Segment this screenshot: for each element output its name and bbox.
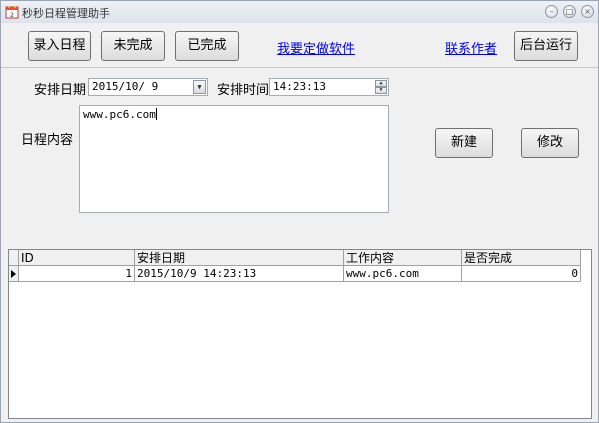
toolbar: 录入日程 未完成 已完成 我要定做软件 联系作者 后台运行	[1, 23, 598, 68]
custom-software-link[interactable]: 我要定做软件	[277, 38, 355, 57]
time-label: 安排时间	[217, 83, 270, 98]
title-bar: 2 秒秒日程管理助手 – □ ×	[1, 1, 598, 24]
current-row-arrow-icon	[11, 270, 16, 278]
cell-id[interactable]: 1	[19, 266, 135, 282]
column-header-date[interactable]: 安排日期	[135, 250, 344, 266]
new-button[interactable]: 新建	[435, 128, 493, 158]
time-value: 14:23:13	[273, 80, 326, 93]
row-selector[interactable]	[9, 266, 19, 282]
run-background-button[interactable]: 后台运行	[514, 31, 578, 61]
cell-status[interactable]: 0	[462, 266, 581, 282]
spin-down-icon[interactable]: ▼	[375, 87, 387, 94]
cell-content[interactable]: www.pc6.com	[344, 266, 462, 282]
column-header-status[interactable]: 是否完成	[462, 250, 581, 266]
calendar-app-icon: 2	[5, 6, 19, 19]
schedule-table[interactable]: ID 安排日期 工作内容 是否完成 1 2015/10/9 14:23:13 w…	[8, 249, 592, 419]
edit-button[interactable]: 修改	[521, 128, 579, 158]
done-button[interactable]: 已完成	[175, 31, 239, 61]
content-textarea[interactable]: www.pc6.com	[79, 105, 389, 213]
maximize-button[interactable]: □	[563, 5, 576, 18]
minimize-icon: –	[549, 7, 554, 16]
close-icon: ×	[584, 7, 591, 16]
table-header-row: ID 安排日期 工作内容 是否完成	[9, 250, 591, 266]
spin-up-icon[interactable]: ▲	[375, 80, 387, 87]
column-header-content[interactable]: 工作内容	[344, 250, 462, 266]
cell-date[interactable]: 2015/10/9 14:23:13	[135, 266, 344, 282]
row-header-corner	[9, 250, 19, 266]
enter-schedule-button[interactable]: 录入日程	[28, 31, 91, 61]
column-header-id[interactable]: ID	[19, 250, 135, 266]
minimize-button[interactable]: –	[545, 5, 558, 18]
maximize-icon: □	[565, 7, 574, 16]
not-done-button[interactable]: 未完成	[101, 31, 165, 61]
date-label: 安排日期	[34, 83, 87, 98]
time-picker[interactable]: 14:23:13 ▲ ▼	[269, 78, 389, 96]
time-spinner[interactable]: ▲ ▼	[375, 80, 387, 94]
main-window: 2 秒秒日程管理助手 – □ × 录入日程 未完成 已完成 我要定做软件 联系作…	[0, 0, 599, 423]
svg-text:2: 2	[10, 12, 14, 19]
content-text: www.pc6.com	[83, 108, 156, 121]
date-value: 2015/10/ 9	[92, 80, 159, 93]
text-caret	[155, 108, 157, 120]
window-title: 秒秒日程管理助手	[22, 7, 110, 20]
content-label: 日程内容	[21, 133, 74, 148]
date-picker[interactable]: 2015/10/ 9 ▼	[88, 78, 208, 96]
dropdown-arrow-icon[interactable]: ▼	[193, 80, 206, 94]
table-row[interactable]: 1 2015/10/9 14:23:13 www.pc6.com 0	[9, 266, 591, 282]
close-button[interactable]: ×	[581, 5, 594, 18]
contact-author-link[interactable]: 联系作者	[445, 38, 497, 57]
